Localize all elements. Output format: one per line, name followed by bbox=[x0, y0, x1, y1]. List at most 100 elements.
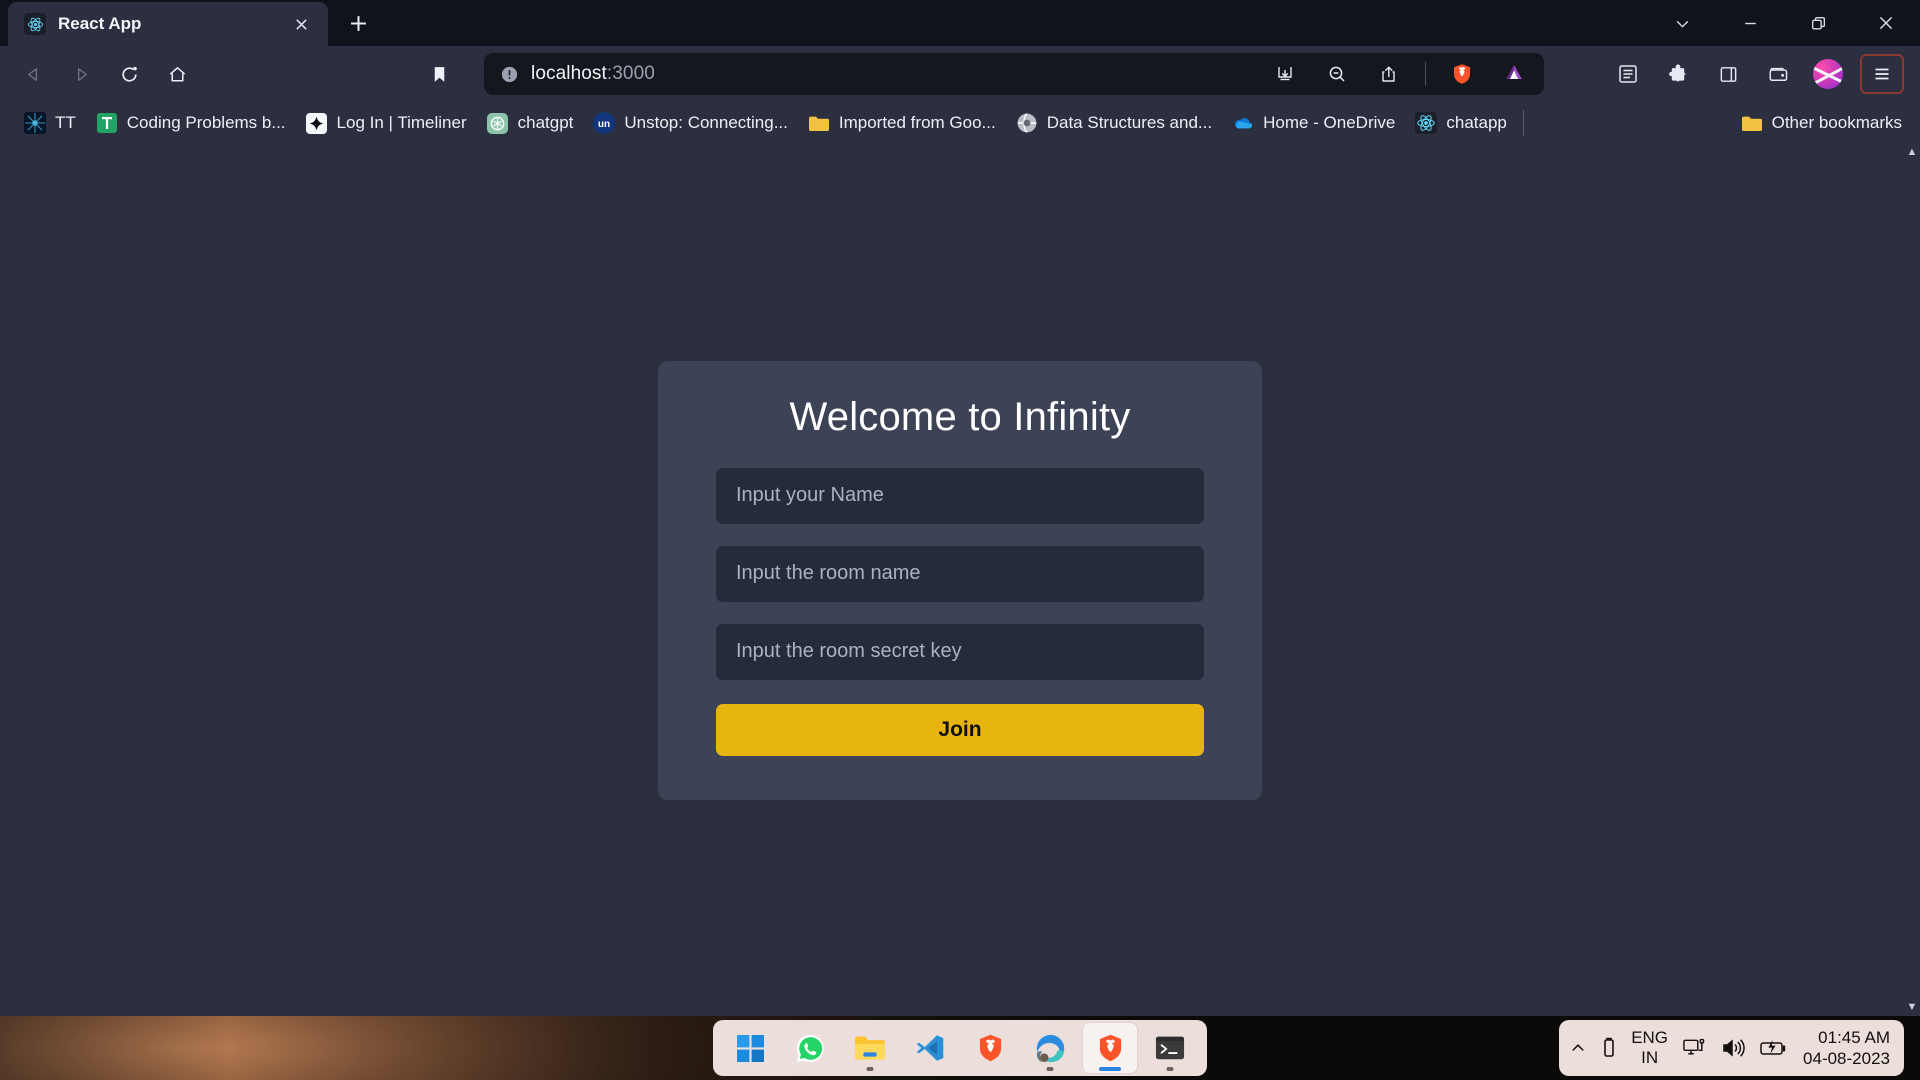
bat-rewards-icon[interactable] bbox=[1494, 54, 1534, 94]
close-window-icon[interactable] bbox=[1852, 0, 1920, 46]
svg-text:un: un bbox=[598, 119, 610, 130]
reload-icon[interactable] bbox=[106, 52, 152, 96]
tt-favicon-icon bbox=[24, 112, 46, 134]
browser-tab[interactable]: React App bbox=[8, 2, 328, 46]
bookmark-ribbon-icon[interactable] bbox=[416, 52, 462, 96]
navigation-toolbar: localhost:3000 bbox=[0, 46, 1920, 102]
language-indicator[interactable]: ENG IN bbox=[1631, 1028, 1668, 1068]
folder-icon bbox=[808, 112, 830, 134]
bookmark-tt[interactable]: TT bbox=[14, 107, 86, 139]
other-bookmarks-label: Other bookmarks bbox=[1772, 113, 1902, 133]
zoom-out-icon[interactable] bbox=[1317, 54, 1357, 94]
bookmark-chatapp[interactable]: chatapp bbox=[1405, 107, 1517, 139]
taskbar bbox=[713, 1020, 1207, 1076]
bookmark-data-structures[interactable]: Data Structures and... bbox=[1006, 107, 1222, 139]
name-input[interactable] bbox=[716, 468, 1204, 524]
extensions-icon[interactable] bbox=[1654, 52, 1702, 96]
browser-window: React App bbox=[0, 0, 1920, 1016]
sidebar-icon[interactable] bbox=[1704, 52, 1752, 96]
window-controls bbox=[1648, 0, 1920, 46]
battery-charging-icon[interactable] bbox=[1759, 1038, 1787, 1058]
back-arrow-icon[interactable] bbox=[10, 52, 56, 96]
bookmarks-bar: TT Coding Problems b... Log In | Timelin… bbox=[0, 102, 1920, 144]
bookmark-label: Imported from Goo... bbox=[839, 113, 996, 133]
timeliner-favicon-icon bbox=[306, 112, 328, 134]
tab-search-chevron-down-icon[interactable] bbox=[1648, 0, 1716, 46]
bookmark-label: Unstop: Connecting... bbox=[624, 113, 787, 133]
bookmark-label: Data Structures and... bbox=[1047, 113, 1212, 133]
address-bar-url: localhost:3000 bbox=[531, 63, 1253, 85]
bookmark-label: Log In | Timeliner bbox=[337, 113, 467, 133]
system-tray: ENG IN 01:45 AM bbox=[1559, 1020, 1904, 1076]
folder-icon bbox=[1741, 112, 1763, 134]
room-secret-key-input[interactable] bbox=[716, 624, 1204, 680]
home-icon[interactable] bbox=[154, 52, 200, 96]
bookmark-label: Coding Problems b... bbox=[127, 113, 286, 133]
unstop-favicon-icon: un bbox=[593, 112, 615, 134]
react-icon bbox=[1415, 112, 1437, 134]
clock-time: 01:45 AM bbox=[1818, 1028, 1890, 1047]
not-secure-info-icon[interactable] bbox=[500, 65, 519, 84]
page-title: Welcome to Infinity bbox=[716, 395, 1204, 440]
new-tab-button[interactable] bbox=[338, 3, 378, 43]
other-bookmarks-folder[interactable]: Other bookmarks bbox=[1731, 107, 1912, 139]
taskbar-running-indicator bbox=[1047, 1067, 1054, 1071]
taskbar-running-indicator bbox=[867, 1067, 874, 1071]
bookmark-timeliner[interactable]: Log In | Timeliner bbox=[296, 107, 477, 139]
tab-title: React App bbox=[58, 14, 276, 34]
bookmark-unstop[interactable]: un Unstop: Connecting... bbox=[583, 107, 797, 139]
scroll-down-arrow-icon[interactable]: ▼ bbox=[1907, 999, 1918, 1016]
menu-icon[interactable] bbox=[1860, 54, 1904, 94]
bookmark-label: Home - OneDrive bbox=[1263, 113, 1395, 133]
bookmark-chatgpt[interactable]: chatgpt bbox=[477, 107, 584, 139]
taskbar-item-vs-code[interactable] bbox=[903, 1023, 957, 1073]
taskbar-item-file-explorer[interactable] bbox=[843, 1023, 897, 1073]
network-icon[interactable] bbox=[1682, 1037, 1707, 1059]
brave-shields-icon[interactable] bbox=[1442, 54, 1482, 94]
desktop-taskbar-strip: ENG IN 01:45 AM bbox=[0, 1016, 1920, 1080]
clock-date: 04-08-2023 bbox=[1803, 1049, 1890, 1068]
taskbar-item-brave-window[interactable] bbox=[1083, 1023, 1137, 1073]
chevron-up-icon[interactable] bbox=[1569, 1039, 1587, 1057]
bookmarks-divider bbox=[1523, 110, 1524, 136]
restore-icon[interactable] bbox=[1784, 0, 1852, 46]
taskbar-item-brave[interactable] bbox=[963, 1023, 1017, 1073]
join-button[interactable]: Join bbox=[716, 704, 1204, 756]
forward-arrow-icon[interactable] bbox=[58, 52, 104, 96]
react-icon bbox=[24, 13, 46, 35]
tab-list: React App bbox=[0, 0, 328, 46]
volume-icon[interactable] bbox=[1721, 1037, 1745, 1059]
scroll-up-arrow-icon[interactable]: ▲ bbox=[1907, 144, 1918, 161]
taskbar-item-start[interactable] bbox=[723, 1023, 777, 1073]
reading-list-icon[interactable] bbox=[1604, 52, 1652, 96]
page-scrollbar[interactable]: ▲ ▼ bbox=[1904, 144, 1920, 1016]
globe-favicon-icon bbox=[1016, 112, 1038, 134]
omnibox-divider bbox=[1425, 62, 1426, 86]
taskbar-active-indicator bbox=[1099, 1067, 1121, 1071]
minimize-icon[interactable] bbox=[1716, 0, 1784, 46]
bookmark-label: chatgpt bbox=[518, 113, 574, 133]
taskbar-running-indicator bbox=[1167, 1067, 1174, 1071]
wallet-icon[interactable] bbox=[1754, 52, 1802, 96]
language-line2: IN bbox=[1641, 1048, 1658, 1067]
join-room-card: Welcome to Infinity Join bbox=[658, 361, 1262, 800]
room-name-input[interactable] bbox=[716, 546, 1204, 602]
taskbar-item-whatsapp[interactable] bbox=[783, 1023, 837, 1073]
clock[interactable]: 01:45 AM 04-08-2023 bbox=[1803, 1027, 1890, 1069]
close-icon[interactable] bbox=[288, 11, 314, 37]
download-icon[interactable] bbox=[1265, 54, 1305, 94]
taskbar-item-edge[interactable] bbox=[1023, 1023, 1077, 1073]
pen-icon[interactable] bbox=[1601, 1037, 1617, 1059]
bookmark-label: TT bbox=[55, 113, 76, 133]
avatar[interactable] bbox=[1804, 52, 1852, 96]
taskbar-item-terminal[interactable] bbox=[1143, 1023, 1197, 1073]
tab-strip: React App bbox=[0, 0, 1920, 46]
bookmark-onedrive[interactable]: Home - OneDrive bbox=[1222, 107, 1405, 139]
bookmark-imported-from-google[interactable]: Imported from Goo... bbox=[798, 107, 1006, 139]
bookmark-coding-problems[interactable]: Coding Problems b... bbox=[86, 107, 296, 139]
web-page-content: Welcome to Infinity Join bbox=[0, 144, 1920, 1016]
onedrive-favicon-icon bbox=[1232, 112, 1254, 134]
address-bar[interactable]: localhost:3000 bbox=[484, 53, 1544, 95]
page-viewport: Welcome to Infinity Join ▲ ▼ bbox=[0, 144, 1920, 1016]
share-icon[interactable] bbox=[1369, 54, 1409, 94]
